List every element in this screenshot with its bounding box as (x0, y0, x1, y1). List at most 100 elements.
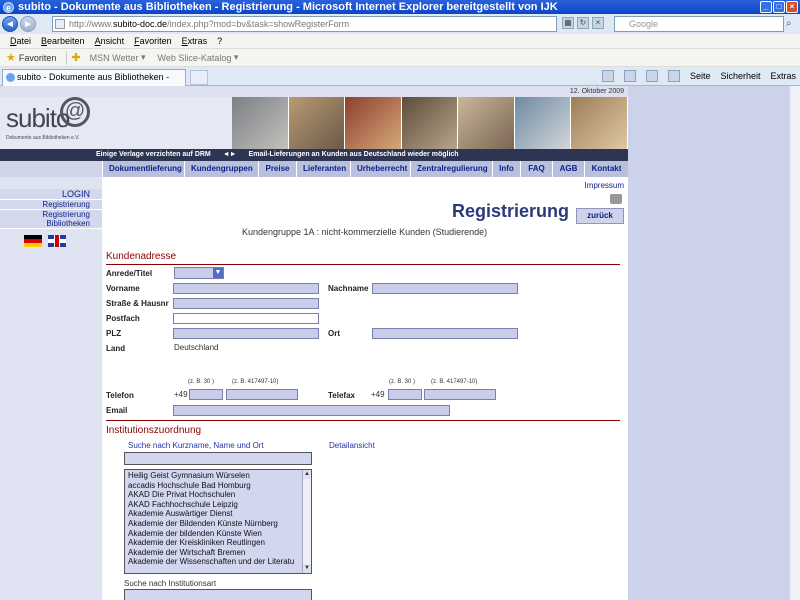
telefax-area-field[interactable] (388, 389, 422, 400)
printer-icon[interactable] (610, 194, 622, 204)
plz-field[interactable] (173, 328, 319, 339)
institution-option[interactable]: Heilig Geist Gymnasium Würselen (125, 471, 311, 481)
ort-label: Ort (328, 329, 340, 338)
side-login[interactable]: LOGIN (0, 189, 102, 200)
tab-registrierung[interactable]: subito - Dokumente aus Bibliotheken - Re… (2, 69, 186, 97)
menu-extras[interactable]: Extras (182, 36, 208, 46)
news-item-drm[interactable]: Einige Verlage verzichten auf DRM (96, 151, 211, 158)
nav-info[interactable]: Info (492, 161, 520, 177)
section-kundenadresse: Kundenadresse (106, 251, 177, 262)
back-nav-button[interactable]: ◄ (2, 16, 18, 32)
side-nav: LOGIN Registrierung Registrierung Biblio… (0, 177, 102, 600)
institution-option[interactable]: AKAD Fachhochschule Leipzig (125, 500, 311, 510)
vorname-field[interactable] (173, 283, 319, 294)
rss-icon[interactable] (623, 70, 636, 82)
institution-option[interactable]: accadis Hochschule Bad Homburg (125, 481, 311, 491)
menu-favoriten[interactable]: Favoriten (134, 36, 172, 46)
zurueck-button[interactable]: zurück (576, 208, 624, 224)
side-registrierung-bibliotheken[interactable]: Registrierung Bibliotheken (0, 210, 102, 229)
institution-option[interactable]: Akademie Auswärtiger Dienst (125, 509, 311, 519)
news-arrows-icon[interactable]: ◄► (223, 151, 237, 158)
anrede-label: Anrede/Titel (106, 269, 153, 278)
strasse-label: Straße & Hausnr (106, 299, 169, 308)
search-input[interactable]: Google (614, 16, 784, 32)
maximize-button[interactable]: □ (773, 1, 785, 13)
nav-zentralregulierung[interactable]: Zentralregulierung (410, 161, 492, 177)
telefon-number-field[interactable] (226, 389, 298, 400)
institution-option[interactable]: Akademie der bildenden Künste Wien (125, 529, 311, 539)
menu-bearbeiten[interactable]: Bearbeiten (41, 36, 85, 46)
institution-type-select[interactable] (124, 589, 312, 600)
menu-seite[interactable]: Seite (690, 71, 711, 81)
page-viewport: 12. Oktober 2009 subito @ Dokumente aus … (0, 86, 800, 600)
postfach-field[interactable] (173, 313, 319, 324)
telefax-label: Telefax (328, 391, 355, 400)
telefax-number-field[interactable] (424, 389, 496, 400)
home-icon[interactable] (601, 70, 614, 82)
scroll-up-icon[interactable]: ▲ (303, 470, 311, 479)
menu-help[interactable]: ? (217, 36, 222, 46)
scroll-down-icon[interactable]: ▼ (303, 564, 311, 573)
search-icon[interactable]: ⌕ (786, 18, 798, 30)
add-favorite-icon[interactable]: ✚ (71, 51, 80, 64)
institution-option[interactable]: Akademie der Wissenschaften und der Lite… (125, 557, 311, 567)
divider (66, 50, 68, 65)
postfach-label: Postfach (106, 314, 140, 323)
menu-ansicht[interactable]: Ansicht (95, 36, 125, 46)
institution-option[interactable]: Akademie der Bildenden Künste Nürnberg (125, 519, 311, 529)
tab-favicon (6, 73, 15, 82)
nav-faq[interactable]: FAQ (520, 161, 552, 177)
fav-web-slice[interactable]: Web Slice-Katalog ▾ (152, 52, 245, 63)
mail-icon[interactable] (645, 70, 658, 82)
address-input[interactable]: http://www.subito-doc.de/index.php?mod=b… (52, 16, 557, 32)
nav-kundengruppen[interactable]: Kundengruppen (184, 161, 258, 177)
favorites-button[interactable]: ★ Favoriten (0, 51, 62, 64)
news-item-email[interactable]: Email-Lieferungen an Kunden aus Deutschl… (249, 151, 459, 158)
institution-option[interactable]: Akademie der Wirtschaft Bremen (125, 548, 311, 558)
vertical-scrollbar[interactable] (789, 86, 800, 600)
header-photo (401, 97, 459, 149)
nav-preise[interactable]: Preise (258, 161, 296, 177)
new-tab-button[interactable] (190, 70, 208, 85)
fav-msn-label: MSN Wetter (89, 52, 139, 63)
stop-icon[interactable]: × (592, 17, 604, 29)
nav-agb[interactable]: AGB (552, 161, 584, 177)
refresh-icon[interactable]: ↻ (577, 17, 589, 29)
nav-urheberrecht[interactable]: Urheberrecht (350, 161, 410, 177)
fav-msn-weather[interactable]: MSN Wetter ▾ (84, 52, 152, 63)
nachname-field[interactable] (372, 283, 518, 294)
english-flag-icon[interactable] (48, 235, 66, 247)
institution-search-input[interactable] (124, 452, 312, 465)
menu-datei[interactable]: Datei (10, 36, 31, 46)
institution-option[interactable]: AKAD Die Privat Hochschulen (125, 490, 311, 500)
nav-dokumentlieferung[interactable]: Dokumentlieferung (102, 161, 184, 177)
print-icon[interactable] (667, 70, 680, 82)
menu-sicherheit[interactable]: Sicherheit (720, 71, 760, 81)
email-field[interactable] (173, 405, 450, 416)
minimize-button[interactable]: _ (760, 1, 772, 13)
url-path: /index.php?mod=bv&task=showRegisterForm (167, 19, 350, 29)
listbox-scrollbar[interactable]: ▲ ▼ (302, 470, 311, 573)
impressum-link[interactable]: Impressum (584, 181, 624, 190)
site-header: subito @ Dokumente aus Bibliotheken e.V. (0, 97, 629, 149)
url-host: subito-doc.de (113, 19, 168, 29)
strasse-field[interactable] (173, 298, 319, 309)
anrede-select[interactable]: ▼ (174, 267, 224, 279)
compat-view-icon[interactable]: ▦ (562, 17, 574, 29)
forward-nav-button[interactable]: ► (20, 16, 36, 32)
nav-kontakt[interactable]: Kontakt (584, 161, 628, 177)
menu-tools-extras[interactable]: Extras (770, 71, 796, 81)
german-flag-icon[interactable] (24, 235, 42, 247)
side-registrierung[interactable]: Registrierung (0, 200, 102, 210)
favorites-label: Favoriten (18, 52, 57, 63)
side-reg-bib-line1: Registrierung (0, 210, 102, 219)
close-button[interactable]: × (786, 1, 798, 13)
institution-option[interactable]: Akademie der Kreiskliniken Reutlingen (125, 538, 311, 548)
ort-field[interactable] (372, 328, 518, 339)
telefon-area-field[interactable] (189, 389, 223, 400)
address-toolbar: ◄ ► http://www.subito-doc.de/index.php?m… (0, 14, 800, 34)
institution-listbox[interactable]: Heilig Geist Gymnasium Würselen accadis H… (124, 469, 312, 574)
telefax-prefix: +49 (371, 390, 385, 399)
header-photo (514, 97, 572, 149)
nav-lieferanten[interactable]: Lieferanten (296, 161, 350, 177)
